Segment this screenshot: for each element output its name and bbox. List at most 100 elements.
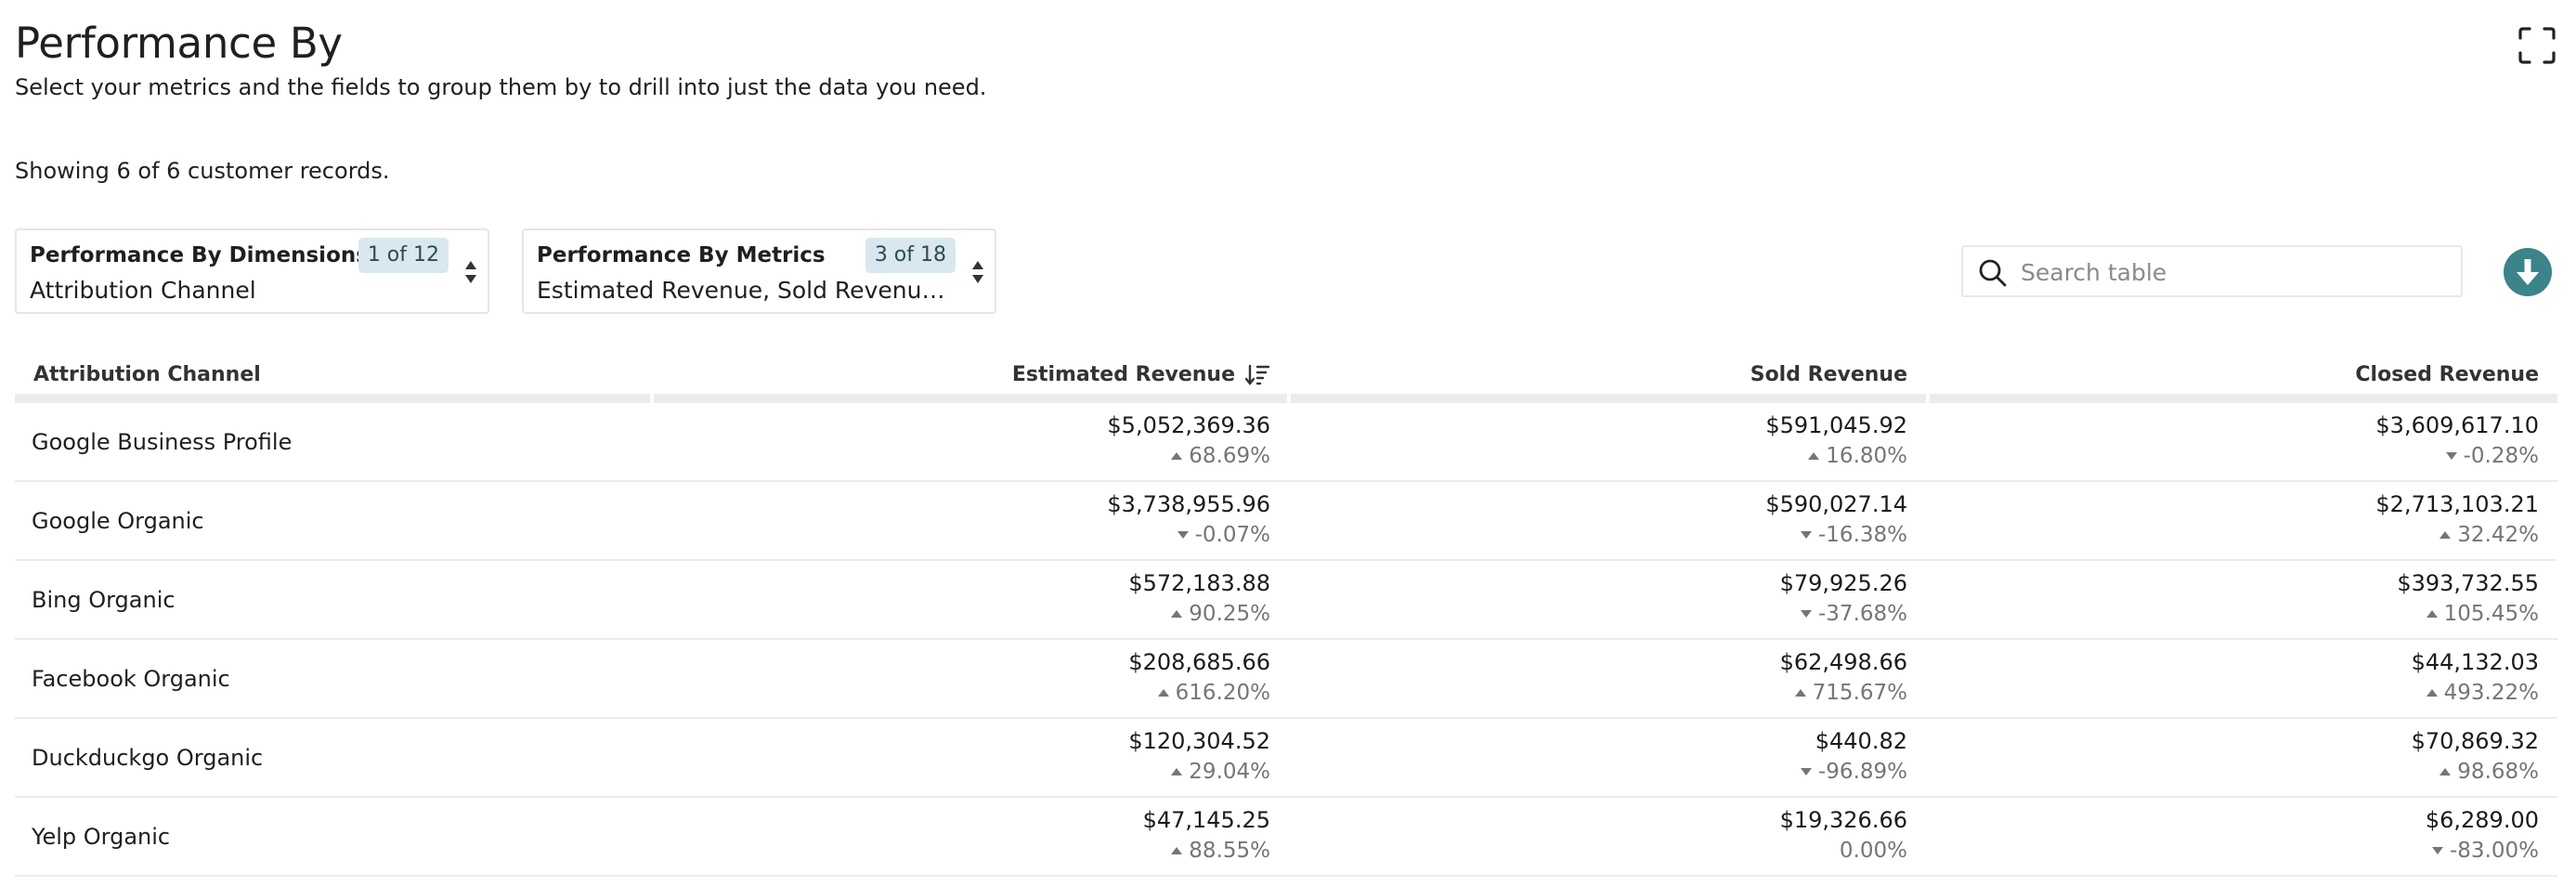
cell-attribution-channel: Google Business Profile [32, 429, 293, 455]
triangle-up-icon [1171, 610, 1183, 618]
sort-arrows-icon [972, 261, 983, 283]
triangle-up-icon [1808, 452, 1820, 460]
triangle-up-icon [2439, 768, 2452, 775]
metric-change: 68.69% [1107, 444, 1270, 468]
dimensions-selector[interactable]: Performance By Dimensions 1 of 12 Attrib… [15, 228, 489, 314]
metric-value: $572,183.88 [1128, 570, 1270, 596]
cell-closed-revenue: $3,609,617.10 -0.28% [2375, 412, 2539, 468]
cell-closed-revenue: $6,289.00 -83.00% [2426, 807, 2539, 863]
triangle-up-icon [1794, 689, 1806, 697]
triangle-up-icon [1171, 847, 1183, 854]
metric-change-text: -16.38% [1818, 523, 1907, 547]
cell-closed-revenue: $393,732.55 105.45% [2397, 570, 2539, 626]
table-row[interactable]: Bing Organic $572,183.88 90.25% $79,925.26 -… [15, 561, 2557, 640]
column-header-attribution-channel[interactable]: Attribution Channel [33, 358, 261, 392]
metric-change: 0.00% [1780, 839, 1907, 863]
metric-value: $3,609,617.10 [2375, 412, 2539, 438]
cell-closed-revenue: $44,132.03 493.22% [2412, 649, 2539, 705]
triangle-up-icon [1171, 452, 1183, 460]
triangle-up-icon [2439, 531, 2452, 539]
metric-change-text: -37.68% [1818, 602, 1907, 626]
triangle-down-icon [1801, 610, 1812, 618]
triangle-down-icon [1177, 531, 1189, 539]
metric-change-text: -96.89% [1818, 760, 1907, 784]
triangle-up-icon [2426, 689, 2438, 697]
page-subtitle: Select your metrics and the fields to gr… [15, 74, 987, 100]
expand-icon[interactable] [2517, 26, 2556, 65]
metric-change: -0.28% [2375, 444, 2539, 468]
metric-value: $590,027.14 [1765, 491, 1907, 517]
triangle-up-icon [1157, 689, 1169, 697]
table-row[interactable]: Google Organic $3,738,955.96 -0.07% $590,02… [15, 482, 2557, 561]
column-header-closed-revenue[interactable]: Closed Revenue [2355, 358, 2539, 392]
metric-change: 493.22% [2412, 681, 2539, 705]
metric-value: $3,738,955.96 [1107, 491, 1270, 517]
metrics-value: Estimated Revenue, Sold Revenue, C... [537, 277, 950, 304]
metric-change-text: 0.00% [1839, 839, 1907, 863]
cell-attribution-channel: Facebook Organic [32, 666, 230, 692]
table-row[interactable]: Facebook Organic $208,685.66 616.20% $62,49… [15, 640, 2557, 719]
cell-attribution-channel: Yelp Organic [32, 824, 171, 850]
cell-sold-revenue: $62,498.66 715.67% [1780, 649, 1907, 705]
metric-change: -37.68% [1780, 602, 1907, 626]
metric-change: 90.25% [1128, 602, 1270, 626]
table-row[interactable]: Google Business Profile $5,052,369.36 68.6… [15, 403, 2557, 482]
table-row[interactable]: Yelp Organic $47,145.25 88.55% $19,326.66 0.… [15, 798, 2557, 877]
table-header: Attribution Channel Estimated Revenue So… [15, 345, 2557, 403]
cell-closed-revenue: $70,869.32 98.68% [2412, 728, 2539, 784]
table-body: Google Business Profile $5,052,369.36 68.6… [15, 403, 2557, 877]
triangle-down-icon [1801, 531, 1812, 539]
metric-change-text: 68.69% [1189, 444, 1270, 468]
metric-value: $47,145.25 [1142, 807, 1270, 833]
cell-estimated-revenue: $120,304.52 29.04% [1128, 728, 1270, 784]
cell-sold-revenue: $591,045.92 16.80% [1765, 412, 1907, 468]
metric-change: -0.07% [1107, 523, 1270, 547]
metric-change: -96.89% [1800, 760, 1907, 784]
cell-closed-revenue: $2,713,103.21 32.42% [2375, 491, 2539, 547]
metric-change-text: -0.28% [2463, 444, 2539, 468]
search-input[interactable] [2021, 253, 2448, 292]
triangle-up-icon [2426, 610, 2438, 618]
metric-change-text: 29.04% [1189, 760, 1270, 784]
metric-change-text: 98.68% [2457, 760, 2539, 784]
metrics-selector[interactable]: Performance By Metrics 3 of 18 Estimated… [522, 228, 996, 314]
column-header-sold-revenue[interactable]: Sold Revenue [1750, 358, 1907, 392]
download-icon [2517, 259, 2539, 285]
metric-change-text: 715.67% [1812, 681, 1907, 705]
triangle-down-icon [2432, 847, 2443, 854]
dimensions-count-badge: 1 of 12 [358, 238, 449, 273]
cell-attribution-channel: Duckduckgo Organic [32, 745, 264, 771]
metric-change-text: 105.45% [2443, 602, 2539, 626]
triangle-up-icon [1171, 768, 1183, 775]
metric-change-text: 32.42% [2457, 523, 2539, 547]
cell-estimated-revenue: $5,052,369.36 68.69% [1107, 412, 1270, 468]
metric-change-text: 88.55% [1189, 839, 1270, 863]
cell-sold-revenue: $79,925.26 -37.68% [1780, 570, 1907, 626]
metric-value: $393,732.55 [2397, 570, 2539, 596]
metric-value: $208,685.66 [1128, 649, 1270, 675]
search-box[interactable] [1961, 245, 2463, 297]
cell-sold-revenue: $19,326.66 0.00% [1780, 807, 1907, 863]
metric-change: -16.38% [1765, 523, 1907, 547]
metric-value: $6,289.00 [2425, 807, 2539, 833]
metric-change-text: 16.80% [1826, 444, 1907, 468]
download-button[interactable] [2504, 248, 2552, 296]
cell-sold-revenue: $440.82 -96.89% [1800, 728, 1907, 784]
page-title: Performance By [15, 19, 343, 68]
metric-value: $44,132.03 [2411, 649, 2539, 675]
metric-value: $120,304.52 [1128, 728, 1270, 754]
search-icon [1979, 259, 2007, 287]
column-header-estimated-revenue[interactable]: Estimated Revenue [1012, 358, 1270, 392]
metric-change-text: -83.00% [2450, 839, 2539, 863]
metric-change: 105.45% [2397, 602, 2539, 626]
sort-arrows-icon [465, 261, 476, 283]
metric-value: $19,326.66 [1779, 807, 1907, 833]
metrics-count-badge: 3 of 18 [865, 238, 956, 273]
table-row[interactable]: Duckduckgo Organic $120,304.52 29.04% $440.… [15, 719, 2557, 798]
metric-change: 88.55% [1143, 839, 1270, 863]
metric-change: -83.00% [2426, 839, 2539, 863]
triangle-down-icon [2445, 452, 2457, 460]
cell-attribution-channel: Google Organic [32, 508, 204, 534]
metric-change-text: 90.25% [1189, 602, 1270, 626]
metric-change: 616.20% [1128, 681, 1270, 705]
